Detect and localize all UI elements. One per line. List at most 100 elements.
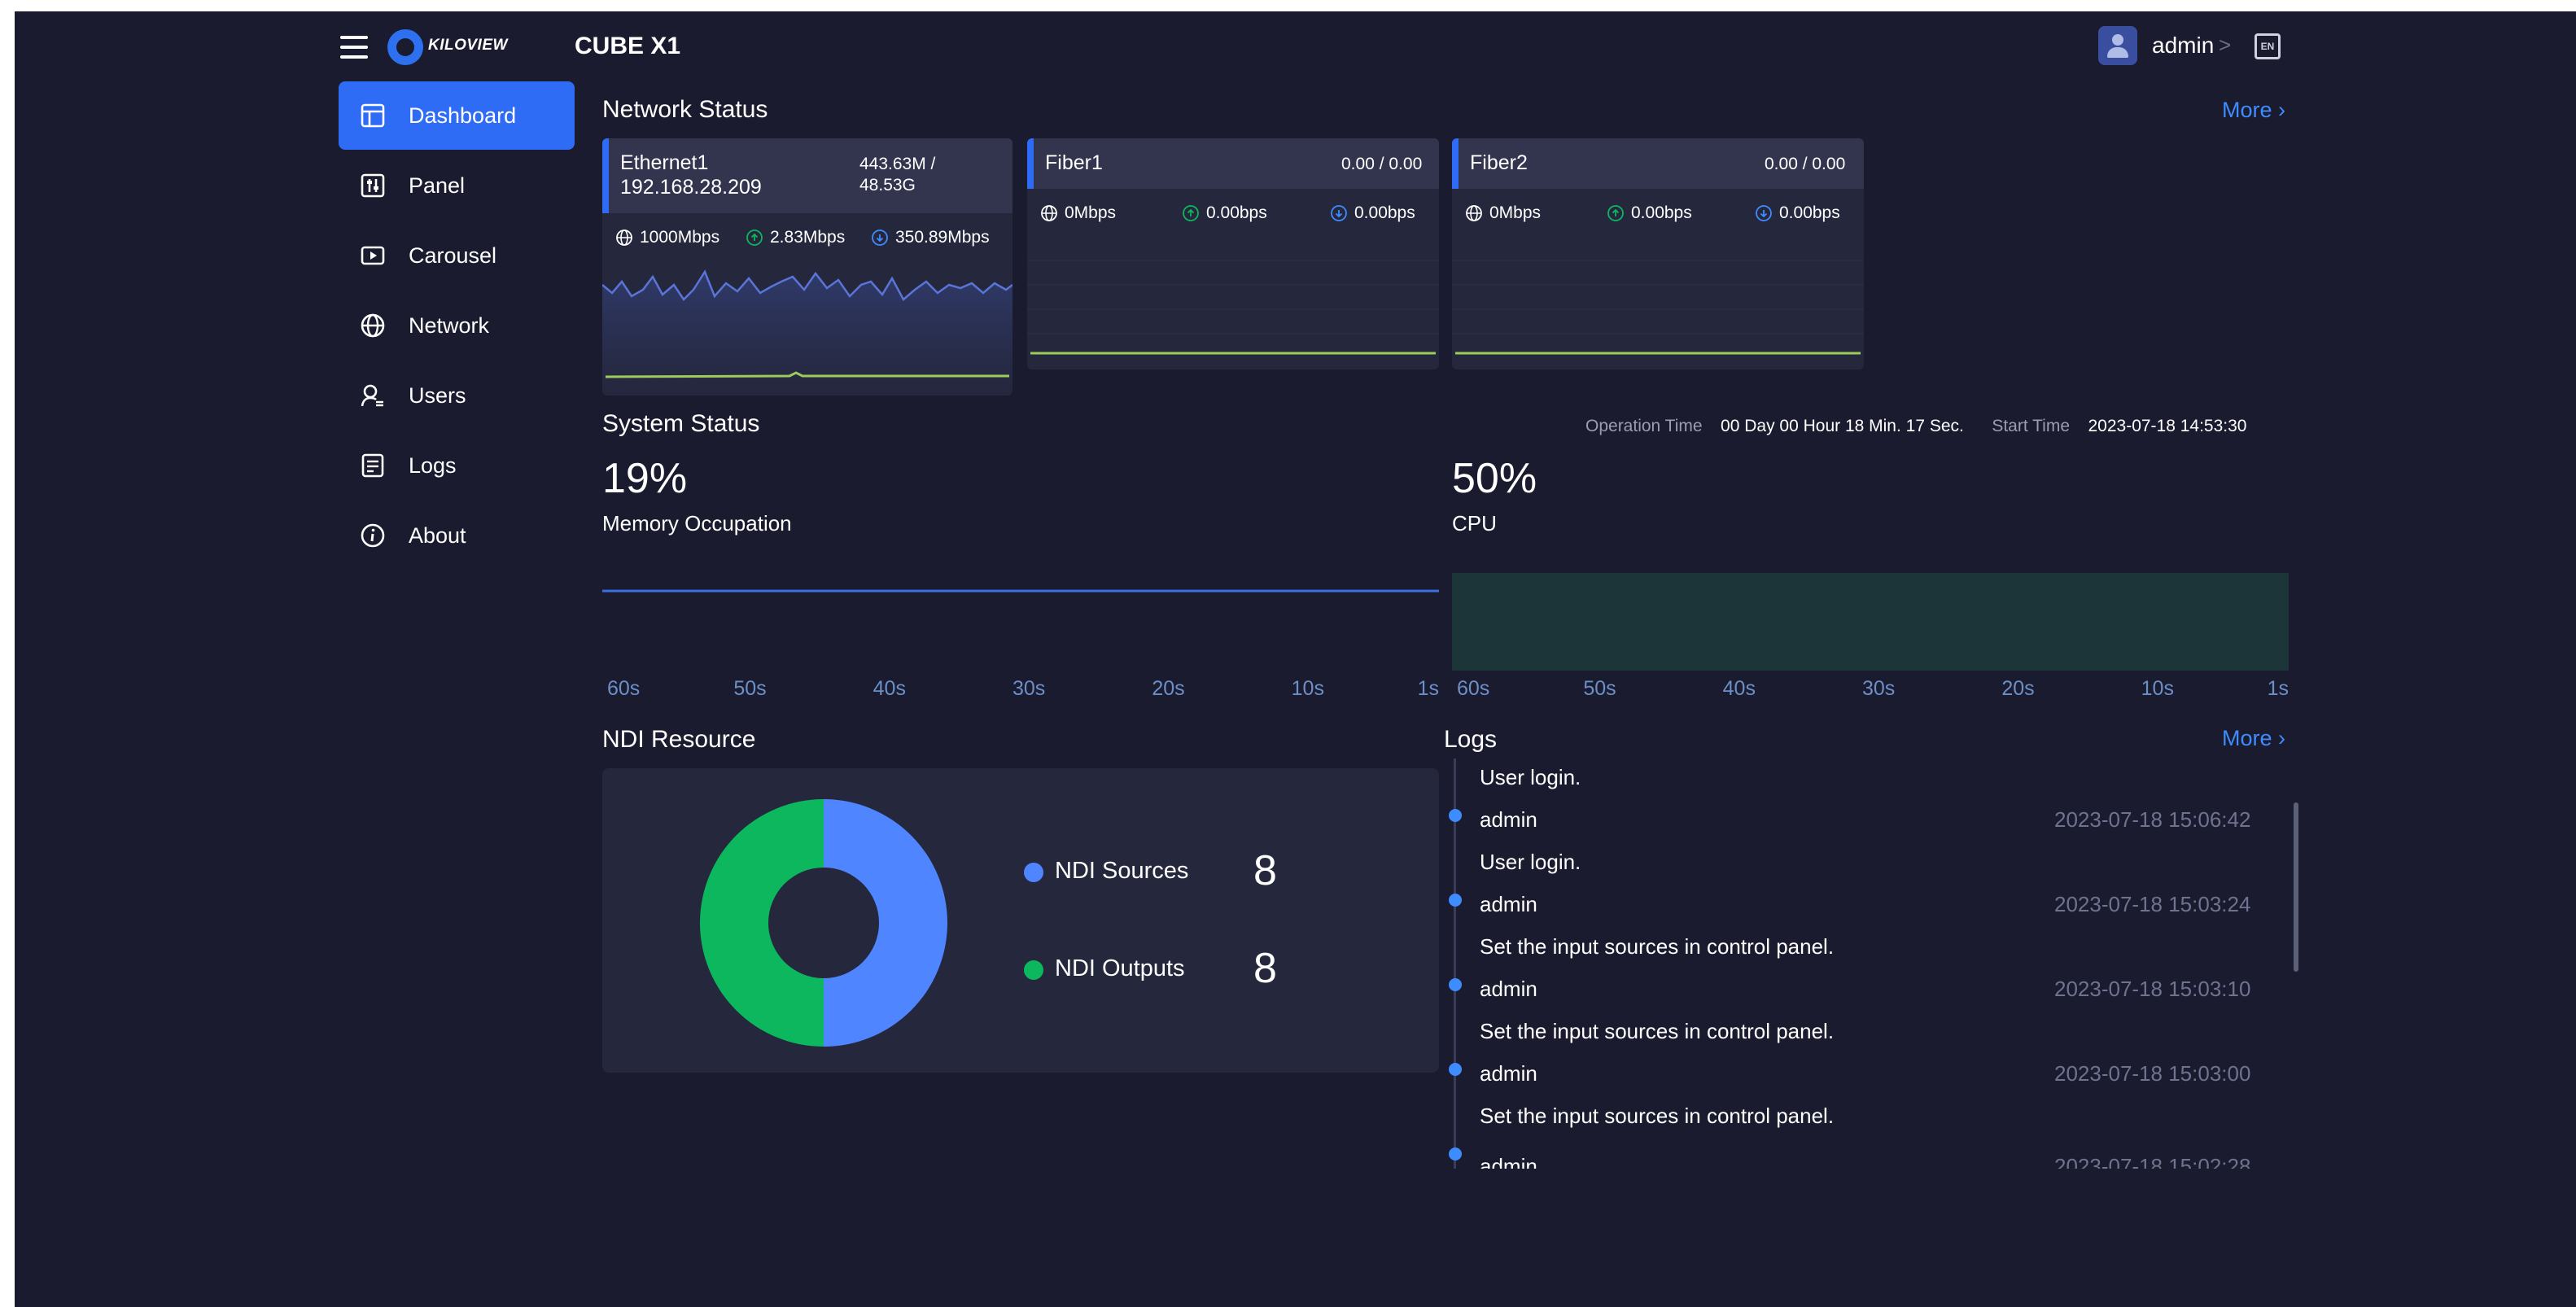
download-rate: 0.00bps xyxy=(1755,203,1840,223)
log-dot xyxy=(1449,809,1462,822)
logs-list[interactable]: User login. admin 2023-07-18 15:06:42 Us… xyxy=(1444,758,2302,1169)
traffic-chart-fiber1 xyxy=(1027,260,1439,355)
uptime-info: Operation Time 00 Day 00 Hour 18 Min. 17… xyxy=(1585,417,2246,436)
ndi-sources-count: 8 xyxy=(1253,847,1277,894)
more-label: More xyxy=(2222,98,2272,122)
language-icon[interactable]: EN xyxy=(2255,33,2281,59)
log-user: admin xyxy=(1480,892,1537,916)
log-user: admin xyxy=(1480,1061,1537,1086)
upload-value: 0.00bps xyxy=(1631,203,1692,222)
users-icon xyxy=(361,384,383,407)
link-speed-value: 0Mbps xyxy=(1489,203,1542,222)
upload-icon xyxy=(746,229,763,246)
link-speed-value: 1000Mbps xyxy=(640,228,720,247)
sidebar-item-network[interactable]: Network xyxy=(339,291,575,360)
x-tick-label: 10s xyxy=(1291,677,1324,700)
x-tick-label: 60s xyxy=(1457,677,1490,700)
interface-name: Fiber2 xyxy=(1470,151,1528,174)
dashboard-icon xyxy=(361,103,385,128)
globe-icon xyxy=(1466,205,1482,221)
app-title: CUBE X1 xyxy=(575,33,681,59)
more-label: More xyxy=(2222,726,2272,750)
ndi-donut-chart xyxy=(700,799,947,1047)
chevron-right-icon: › xyxy=(2272,98,2286,122)
x-tick-label: 20s xyxy=(2001,677,2035,700)
sidebar-item-logs[interactable]: Logs xyxy=(339,431,575,500)
download-value: 0.00bps xyxy=(1779,203,1840,222)
start-time-label: Start Time xyxy=(1992,417,2071,435)
log-message: Set the input sources in control panel. xyxy=(1480,1019,1835,1043)
upload-value: 2.83Mbps xyxy=(770,228,846,247)
network-card-fiber1[interactable]: Fiber1 0.00 / 0.00 0Mbps 0.00bps 0.00bps xyxy=(1027,138,1439,369)
cpu-area xyxy=(1452,573,2289,671)
upload-rate: 0.00bps xyxy=(1182,203,1267,223)
traffic-total-second: 48.53G xyxy=(859,176,916,195)
donut-slice-ndi-sources[interactable] xyxy=(824,799,947,1047)
traffic-chart-fiber2 xyxy=(1452,260,1864,355)
sidebar-item-users[interactable]: Users xyxy=(339,361,575,430)
cpu-label: CPU xyxy=(1452,511,1497,535)
panel-icon xyxy=(361,173,385,198)
traffic-total: 0.00 / 0.00 xyxy=(1765,155,1846,173)
cpu-value: 50% xyxy=(1452,455,1537,502)
menu-toggle-icon[interactable] xyxy=(340,36,370,60)
log-user: admin xyxy=(1480,807,1537,832)
sidebar-item-carousel[interactable]: Carousel xyxy=(339,221,575,290)
chevron-right-icon: › xyxy=(2272,726,2286,750)
sidebar-item-about[interactable]: About xyxy=(339,501,575,570)
sidebar-item-label: Carousel xyxy=(409,243,497,268)
globe-icon xyxy=(361,313,385,338)
download-value: 350.89Mbps xyxy=(895,228,990,247)
x-tick-label: 60s xyxy=(607,677,641,700)
sidebar-item-label: About xyxy=(409,523,466,548)
upload-icon xyxy=(1183,205,1199,221)
sidebar-item-label: Dashboard xyxy=(409,103,517,128)
download-rate: 0.00bps xyxy=(1330,203,1415,223)
memory-x-axis: 60s 50s 40s 30s 20s 10s 1s xyxy=(602,677,1439,705)
log-time: 2023-07-18 15:03:00 xyxy=(2054,1061,2251,1086)
network-more-link[interactable]: More › xyxy=(2222,98,2285,123)
x-tick-label: 40s xyxy=(873,677,906,700)
log-message: User login. xyxy=(1480,850,1581,874)
carousel-icon xyxy=(361,246,385,265)
chevron-right-icon[interactable]: > xyxy=(2219,33,2231,58)
kiloview-logo: KILOVIEW xyxy=(387,26,518,68)
x-tick-label: 30s xyxy=(1862,677,1896,700)
sidebar-item-panel[interactable]: Panel xyxy=(339,151,575,220)
ndi-sources-legend-dot xyxy=(1024,863,1043,882)
download-icon xyxy=(1756,205,1772,221)
download-icon xyxy=(1331,205,1347,221)
memory-chart xyxy=(602,589,1439,592)
download-rate: 350.89Mbps xyxy=(871,228,990,247)
x-tick-label: 40s xyxy=(1722,677,1756,700)
sidebar-item-dashboard[interactable]: Dashboard xyxy=(339,81,575,150)
memory-label: Memory Occupation xyxy=(602,511,792,535)
download-icon xyxy=(872,229,888,246)
x-tick-label: 50s xyxy=(1583,677,1616,700)
donut-slice-ndi-outputs[interactable] xyxy=(700,799,824,1047)
log-time: 2023-07-18 15:06:42 xyxy=(2054,807,2251,832)
logs-scrollbar[interactable] xyxy=(2294,802,2298,972)
log-dot xyxy=(1449,1147,1462,1161)
link-speed-value: 0Mbps xyxy=(1065,203,1117,222)
ndi-outputs-label: NDI Outputs xyxy=(1055,955,1185,981)
globe-icon xyxy=(616,229,632,246)
info-icon xyxy=(361,523,385,548)
upload-value: 0.00bps xyxy=(1206,203,1267,222)
app-window: KILOVIEW CUBE X1 admin > EN Dashboard Pa… xyxy=(15,11,2576,1307)
x-tick-label: 50s xyxy=(733,677,767,700)
network-card-ethernet1[interactable]: Ethernet1 192.168.28.209 443.63M / 48.53… xyxy=(602,138,1012,396)
sidebar-item-label: Logs xyxy=(409,453,457,478)
log-message: User login. xyxy=(1480,765,1581,789)
x-tick-label: 1s xyxy=(1417,677,1439,700)
logs-more-link[interactable]: More › xyxy=(2222,726,2285,751)
avatar-icon[interactable] xyxy=(2098,26,2137,65)
user-name[interactable]: admin xyxy=(2152,33,2214,59)
interface-name: Ethernet1 xyxy=(620,151,709,174)
network-card-fiber2[interactable]: Fiber2 0.00 / 0.00 0Mbps 0.00bps 0.00bps xyxy=(1452,138,1864,369)
log-message: Set the input sources in control panel. xyxy=(1480,934,1835,959)
download-value: 0.00bps xyxy=(1354,203,1415,222)
log-user: admin xyxy=(1480,977,1537,1001)
logs-icon xyxy=(361,453,384,478)
log-time: 2023-07-18 15:03:24 xyxy=(2054,892,2251,916)
